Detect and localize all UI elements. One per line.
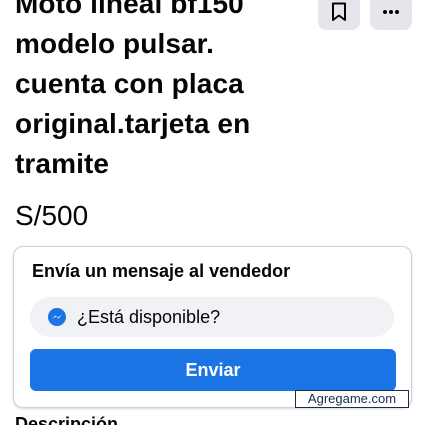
- more-options-icon: [382, 9, 400, 15]
- more-options-button[interactable]: [370, 0, 412, 30]
- message-seller-card: Envía un mensaje al vendedor ¿Está dispo…: [13, 246, 412, 408]
- message-text: ¿Está disponible?: [77, 306, 221, 327]
- send-button[interactable]: Enviar: [30, 349, 396, 391]
- description-heading: Descripción: [15, 414, 119, 425]
- listing-price: S/500: [15, 200, 89, 231]
- listing-title: Moto lineal bf150 modelo pulsar. cuenta …: [15, 0, 251, 179]
- save-button[interactable]: [318, 0, 360, 30]
- bookmark-icon: [331, 2, 347, 22]
- message-card-heading: Envía un mensaje al vendedor: [32, 261, 291, 281]
- listing-page: Moto lineal bf150 modelo pulsar. cuenta …: [0, 0, 425, 425]
- watermark: Agregame.com: [295, 390, 409, 408]
- messenger-icon: [47, 307, 67, 327]
- message-input[interactable]: ¿Está disponible?: [30, 297, 394, 337]
